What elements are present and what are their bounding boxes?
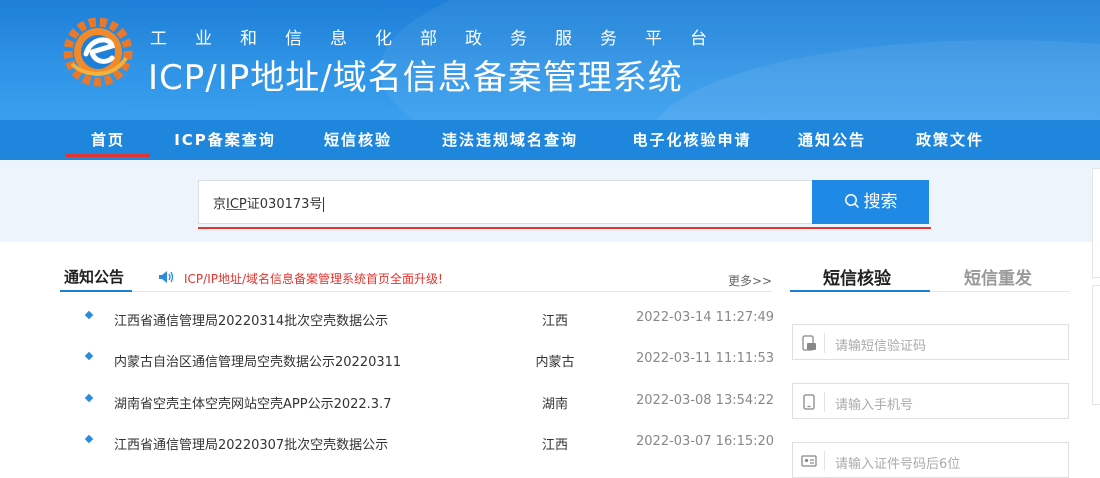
bullet-icon bbox=[84, 393, 94, 403]
notices-divider bbox=[60, 291, 772, 292]
nav-item-notices[interactable]: 通知公告 bbox=[794, 120, 870, 160]
field-separator bbox=[824, 392, 825, 412]
text-caret bbox=[323, 197, 325, 212]
tab-divider bbox=[930, 291, 1070, 292]
side-panel-edge-2 bbox=[1092, 285, 1100, 405]
page-title: ICP/IP地址/域名信息备案管理系统 bbox=[148, 58, 683, 98]
site-header: 工业和信息化部政务服务平台 ICP/IP地址/域名信息备案管理系统 bbox=[0, 0, 1100, 120]
notice-row[interactable]: 江西省通信管理局20220307批次空壳数据公示 江西 2022-03-07 1… bbox=[0, 434, 780, 454]
phone-field[interactable]: 请输入手机号 bbox=[792, 383, 1069, 419]
notices-heading-underline bbox=[60, 290, 132, 292]
speaker-icon bbox=[159, 271, 174, 283]
phone-icon bbox=[803, 394, 815, 410]
notice-title[interactable]: 江西省通信管理局20220307批次空壳数据公示 bbox=[114, 434, 388, 453]
more-link[interactable]: 更多>> bbox=[728, 272, 772, 289]
id-number-field[interactable]: 请输入证件号码后6位 bbox=[792, 442, 1069, 478]
notice-time: 2022-03-14 11:27:49 bbox=[636, 310, 775, 325]
notice-row[interactable]: 江西省通信管理局20220314批次空壳数据公示 江西 2022-03-14 1… bbox=[0, 310, 780, 330]
side-panel-edge bbox=[1092, 168, 1100, 278]
search-icon bbox=[844, 194, 859, 209]
tab-sms-verify[interactable]: 短信核验 bbox=[823, 264, 891, 289]
bullet-icon bbox=[84, 310, 94, 320]
notice-title[interactable]: 江西省通信管理局20220314批次空壳数据公示 bbox=[114, 310, 388, 329]
nav-item-illegal-domain[interactable]: 违法违规域名查询 bbox=[438, 120, 582, 160]
nav-item-icp-query[interactable]: ICP备案查询 bbox=[172, 120, 278, 160]
field-separator bbox=[824, 333, 825, 353]
tab-active-indicator bbox=[790, 290, 930, 292]
notice-time: 2022-03-08 13:54:22 bbox=[636, 393, 775, 408]
notice-province: 江西 bbox=[541, 314, 568, 329]
ministry-logo-icon bbox=[63, 17, 133, 87]
tab-sms-resend[interactable]: 短信重发 bbox=[964, 264, 1032, 289]
search-input[interactable]: 京ICP证030173号 bbox=[198, 180, 812, 224]
notice-title[interactable]: 内蒙古自治区通信管理局空壳数据公示20220311 bbox=[114, 351, 401, 370]
id-number-placeholder: 请输入证件号码后6位 bbox=[835, 457, 961, 472]
search-input-value: 京ICP证030173号 bbox=[213, 197, 325, 212]
notice-row[interactable]: 湖南省空壳主体空壳网站空壳APP公示2022.3.7 湖南 2022-03-08… bbox=[0, 393, 780, 413]
main-nav: 首页 ICP备案查询 短信核验 违法违规域名查询 电子化核验申请 通知公告 政策… bbox=[0, 120, 1100, 160]
bullet-icon bbox=[84, 434, 94, 444]
bullet-icon bbox=[84, 351, 94, 361]
id-card-icon bbox=[801, 455, 817, 467]
notice-time: 2022-03-11 11:11:53 bbox=[636, 351, 775, 366]
notice-row[interactable]: 内蒙古自治区通信管理局空壳数据公示20220311 内蒙古 2022-03-11… bbox=[0, 351, 780, 371]
notice-time: 2022-03-07 16:15:20 bbox=[636, 434, 775, 449]
header-subtitle: 工业和信息化部政务服务平台 bbox=[150, 29, 735, 49]
sms-code-icon bbox=[802, 335, 816, 351]
nav-item-e-verify[interactable]: 电子化核验申请 bbox=[622, 120, 762, 160]
phone-placeholder: 请输入手机号 bbox=[835, 398, 914, 413]
nav-item-policy[interactable]: 政策文件 bbox=[912, 120, 988, 160]
sms-code-field[interactable]: 请输短信验证码 bbox=[792, 324, 1069, 360]
notices-heading[interactable]: 通知公告 bbox=[64, 266, 124, 287]
search-underline bbox=[198, 227, 931, 229]
notice-title[interactable]: 湖南省空壳主体空壳网站空壳APP公示2022.3.7 bbox=[114, 393, 391, 412]
field-separator bbox=[824, 451, 825, 471]
notice-province: 江西 bbox=[541, 438, 568, 453]
search-button-label: 搜索 bbox=[863, 192, 898, 212]
search-button[interactable]: 搜索 bbox=[812, 180, 929, 224]
notice-province: 内蒙古 bbox=[535, 355, 575, 370]
nav-item-sms-verify[interactable]: 短信核验 bbox=[318, 120, 398, 160]
nav-item-home[interactable]: 首页 bbox=[66, 120, 150, 160]
notice-province: 湖南 bbox=[541, 397, 568, 412]
announcement-marquee[interactable]: ICP/IP地址/域名信息备案管理系统首页全面升级! bbox=[184, 270, 443, 287]
sms-code-placeholder: 请输短信验证码 bbox=[835, 339, 927, 354]
